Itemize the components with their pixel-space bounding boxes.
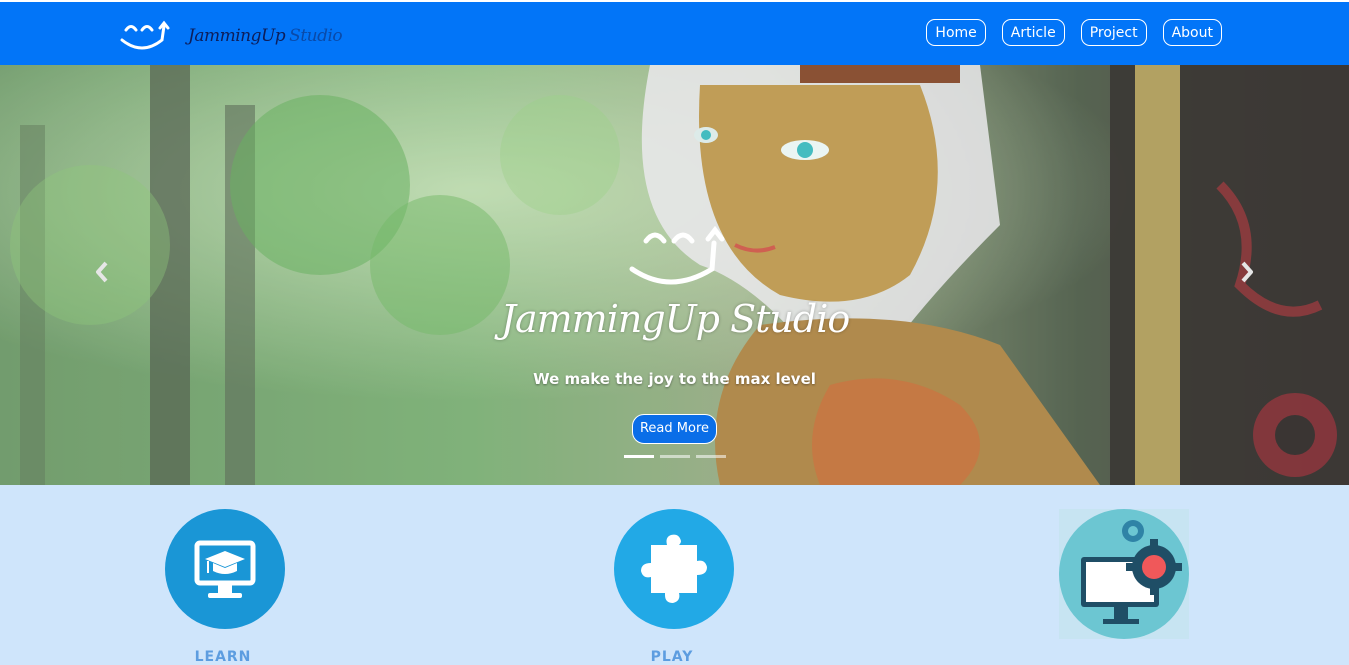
navbar: JammingUp Studio Home Article Project Abo… (0, 2, 1349, 65)
carousel-indicator-1[interactable] (624, 455, 654, 458)
main-nav: Home Article Project About (926, 19, 1222, 46)
carousel-indicators (624, 455, 726, 458)
brand-name-main: JammingUp (188, 26, 286, 46)
learn-monitor-icon[interactable] (160, 509, 290, 639)
carousel-prev-icon[interactable] (92, 257, 112, 287)
nav-project[interactable]: Project (1080, 19, 1147, 46)
hero-tagline: We make the joy to the max level (533, 370, 816, 388)
carousel-indicator-2[interactable] (660, 455, 690, 458)
hero-title: JammingUp Studio (500, 297, 850, 341)
monitor-gears-icon[interactable] (1059, 509, 1189, 639)
carousel-next-icon[interactable] (1237, 257, 1257, 287)
nav-about[interactable]: About (1162, 19, 1222, 46)
features-section: LEARN PLAY (0, 485, 1349, 665)
carousel-indicator-3[interactable] (696, 455, 726, 458)
nav-article[interactable]: Article (1001, 19, 1065, 46)
nav-home[interactable]: Home (926, 19, 986, 46)
brand-name-studio: Studio (289, 26, 343, 46)
brand-logo[interactable]: JammingUp Studio (118, 16, 368, 56)
smile-logo-icon (120, 20, 170, 50)
play-puzzle-icon[interactable] (609, 509, 739, 639)
feature-label-play: PLAY (650, 649, 694, 665)
brand-name: JammingUp Studio (188, 26, 343, 46)
hero-carousel: JammingUp Studio We make the joy to the … (0, 65, 1349, 485)
feature-label-learn: LEARN (194, 649, 252, 665)
read-more-button[interactable]: Read More (632, 414, 717, 444)
